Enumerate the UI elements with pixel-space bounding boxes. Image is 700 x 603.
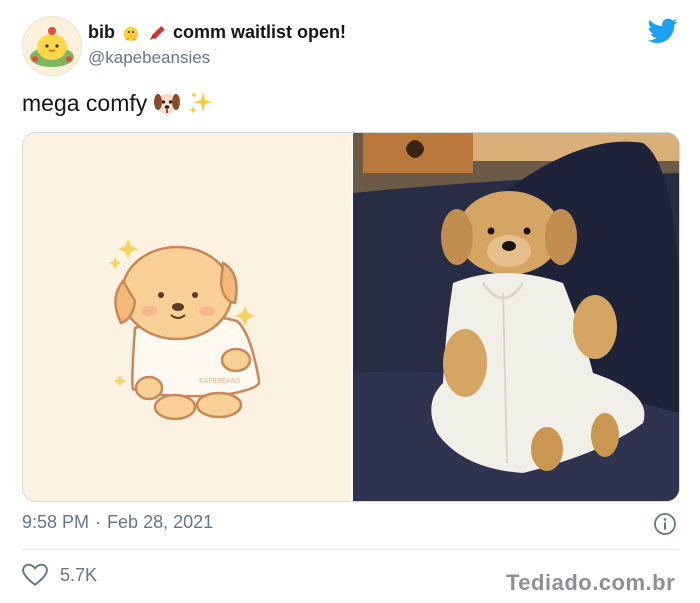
author-handle[interactable]: @kapebeansies <box>88 48 210 68</box>
like-button[interactable]: 5.7K <box>22 563 97 587</box>
tweet-timestamp[interactable]: 9:58 PM · Feb 28, 2021 <box>22 512 213 533</box>
tweet-card: bib comm waitlist open! @kapebeansies me… <box>0 0 700 603</box>
separator-line <box>22 549 678 550</box>
tweet-media[interactable]: KAPEBEANS <box>22 132 680 502</box>
puppy-drawing-image[interactable]: KAPEBEANS <box>23 133 351 501</box>
info-icon[interactable] <box>653 512 677 536</box>
author-name-start: bib <box>88 22 115 42</box>
tweet-date: Feb 28, 2021 <box>107 512 214 532</box>
sparkles-emoji-icon <box>189 92 214 114</box>
site-watermark: Tediado.com.br <box>506 570 676 595</box>
crayon-emoji-icon <box>150 25 165 40</box>
drawing-watermark: KAPEBEANS <box>199 377 241 385</box>
author-name-end: comm waitlist open! <box>173 22 347 42</box>
tweet-text: mega comfy <box>22 89 215 117</box>
puppy-photo-image[interactable] <box>353 133 679 501</box>
like-count: 5.7K <box>60 564 98 585</box>
author-display-name[interactable]: bib comm waitlist open! <box>88 22 346 43</box>
avatar-image <box>30 27 74 67</box>
twitter-bird-icon[interactable] <box>648 18 678 44</box>
author-avatar[interactable] <box>22 16 82 76</box>
tweet-time: 9:58 PM <box>22 512 90 532</box>
heart-icon <box>22 563 48 586</box>
tweet-text-content: mega comfy <box>22 89 148 116</box>
timestamp-separator: · <box>95 512 102 532</box>
dog-face-emoji-icon <box>154 94 181 114</box>
baby-chick-emoji-icon <box>124 26 138 41</box>
